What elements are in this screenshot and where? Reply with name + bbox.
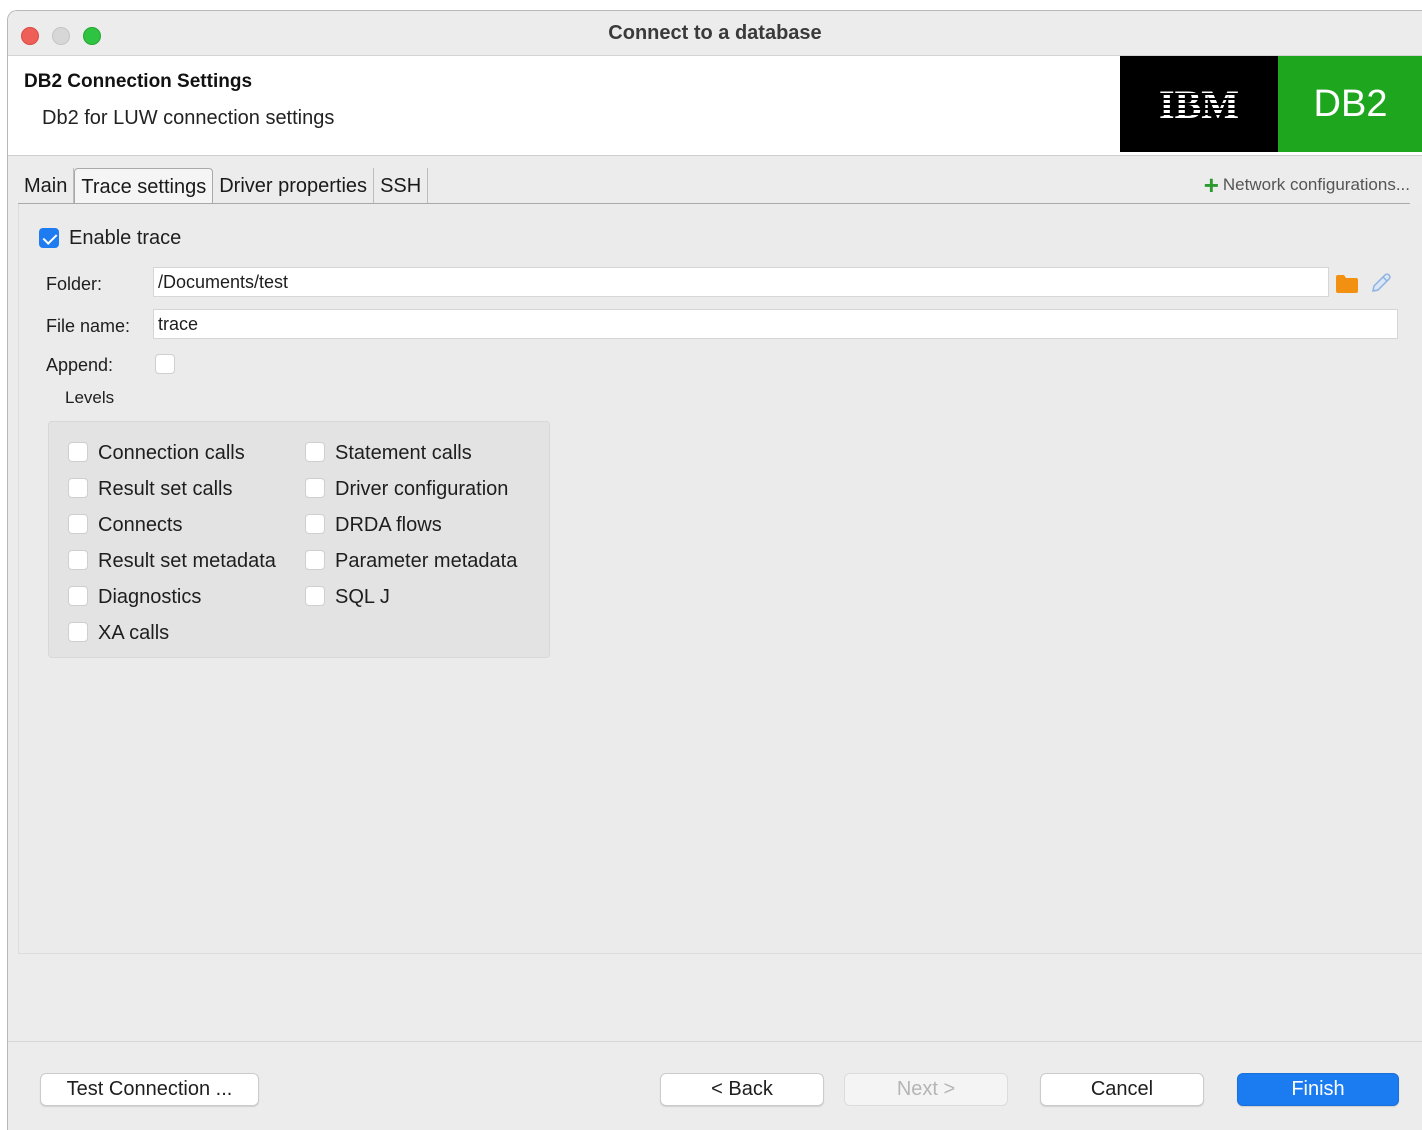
page-subtitle: Db2 for LUW connection settings: [42, 107, 335, 129]
driver-configuration-checkbox[interactable]: [305, 478, 325, 498]
cancel-button[interactable]: Cancel: [1040, 1073, 1204, 1106]
ibm-logo-text: IBM: [1159, 85, 1239, 123]
network-configurations-label: Network configurations...: [1222, 175, 1410, 194]
wizard-header: DB2 Connection Settings Db2 for LUW conn…: [8, 56, 1422, 156]
db2-logo: DB2: [1278, 56, 1422, 152]
levels-label: Levels: [65, 388, 115, 407]
connects-checkbox[interactable]: [68, 514, 88, 534]
diagnostics-label: Diagnostics: [98, 586, 202, 608]
file-name-label: File name:: [46, 316, 131, 336]
folder-label: Folder:: [46, 274, 103, 294]
result-set-calls-label: Result set calls: [98, 478, 233, 500]
enable-trace-label: Enable trace: [69, 227, 182, 249]
tab-driver-properties[interactable]: Driver properties: [213, 168, 375, 204]
statement-calls-checkbox[interactable]: [305, 442, 325, 462]
connects-label: Connects: [98, 514, 183, 536]
driver-configuration-label: Driver configuration: [335, 478, 509, 500]
ibm-logo: IBM: [1120, 56, 1278, 152]
drda-flows-label: DRDA flows: [335, 514, 442, 536]
window-title: Connect to a database: [608, 22, 822, 44]
enable-trace-checkbox[interactable]: [39, 228, 59, 248]
tab-bar: Main Trace settings Driver properties SS…: [18, 168, 429, 204]
connection-calls-checkbox[interactable]: [68, 442, 88, 462]
tab-ssh[interactable]: SSH: [374, 168, 429, 204]
result-set-calls-checkbox[interactable]: [68, 478, 88, 498]
connect-dialog-window: Connect to a database DB2 Connection Set…: [7, 10, 1422, 1130]
plus-icon: +: [1203, 170, 1219, 200]
result-set-metadata-label: Result set metadata: [98, 550, 276, 572]
folder-input[interactable]: [153, 267, 1329, 297]
diagnostics-checkbox[interactable]: [68, 586, 88, 606]
file-name-input[interactable]: [153, 309, 1398, 339]
parameter-metadata-checkbox[interactable]: [305, 550, 325, 570]
append-label: Append:: [46, 355, 114, 375]
edit-pencil-icon[interactable]: [1369, 271, 1393, 295]
trace-settings-panel: Enable trace Folder: File name: Append: …: [18, 204, 1422, 954]
tab-trace-settings[interactable]: Trace settings: [74, 168, 214, 204]
network-configurations-link[interactable]: + Network configurations...: [1203, 170, 1410, 200]
append-checkbox[interactable]: [155, 354, 175, 374]
xa-calls-label: XA calls: [98, 622, 170, 644]
finish-button[interactable]: Finish: [1237, 1073, 1399, 1106]
drda-flows-checkbox[interactable]: [305, 514, 325, 534]
levels-group: Connection calls Result set calls Connec…: [48, 421, 550, 658]
sql-j-label: SQL J: [335, 586, 390, 608]
statement-calls-label: Statement calls: [335, 442, 472, 464]
title-bar: Connect to a database: [8, 11, 1422, 56]
xa-calls-checkbox[interactable]: [68, 622, 88, 642]
tab-main[interactable]: Main: [18, 168, 75, 204]
folder-icon[interactable]: [1335, 274, 1359, 294]
next-button[interactable]: Next >: [844, 1073, 1008, 1106]
back-button[interactable]: < Back: [660, 1073, 824, 1106]
parameter-metadata-label: Parameter metadata: [335, 550, 518, 572]
test-connection-button[interactable]: Test Connection ...: [40, 1073, 259, 1106]
connection-calls-label: Connection calls: [98, 442, 245, 464]
result-set-metadata-checkbox[interactable]: [68, 550, 88, 570]
footer-divider: [8, 1041, 1422, 1042]
sql-j-checkbox[interactable]: [305, 586, 325, 606]
ibm-logo-icon: IBM: [1159, 85, 1239, 123]
page-title: DB2 Connection Settings: [24, 71, 253, 92]
